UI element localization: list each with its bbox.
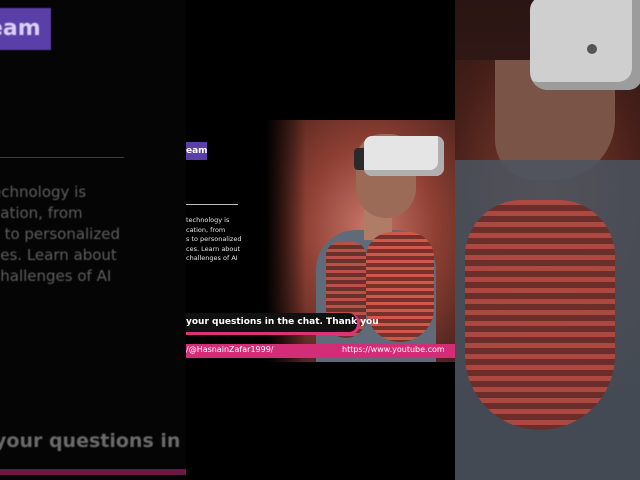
questions-caption-blurred: your questions in t bbox=[0, 430, 186, 452]
blurred-backdrop-right bbox=[455, 0, 640, 480]
ribcage-illustration-blurred bbox=[465, 200, 615, 430]
channel-handle-link[interactable]: /@HasnainZafar1999/ bbox=[186, 345, 274, 354]
blurred-backdrop-left: eam echnology is cation, from s to perso… bbox=[0, 0, 186, 480]
youtube-url-link[interactable]: https://www.youtube.com bbox=[342, 345, 445, 354]
vr-headset-blurred bbox=[530, 0, 640, 90]
vr-headset bbox=[364, 136, 444, 176]
questions-caption: your questions in the chat. Thank you bbox=[186, 317, 379, 327]
channel-badge-blurred: eam bbox=[0, 8, 51, 50]
divider-line bbox=[186, 204, 238, 205]
pink-bar-blurred bbox=[0, 469, 186, 475]
description-text-blurred: echnology is cation, from s to personali… bbox=[0, 183, 120, 285]
video-thumbnail[interactable]: eam technology is cation, from s to pers… bbox=[186, 120, 455, 362]
vr-headset-sensor bbox=[587, 44, 597, 54]
description-text: technology is cation, from s to personal… bbox=[186, 216, 242, 262]
divider-line bbox=[0, 157, 124, 158]
channel-badge: eam bbox=[186, 142, 208, 160]
